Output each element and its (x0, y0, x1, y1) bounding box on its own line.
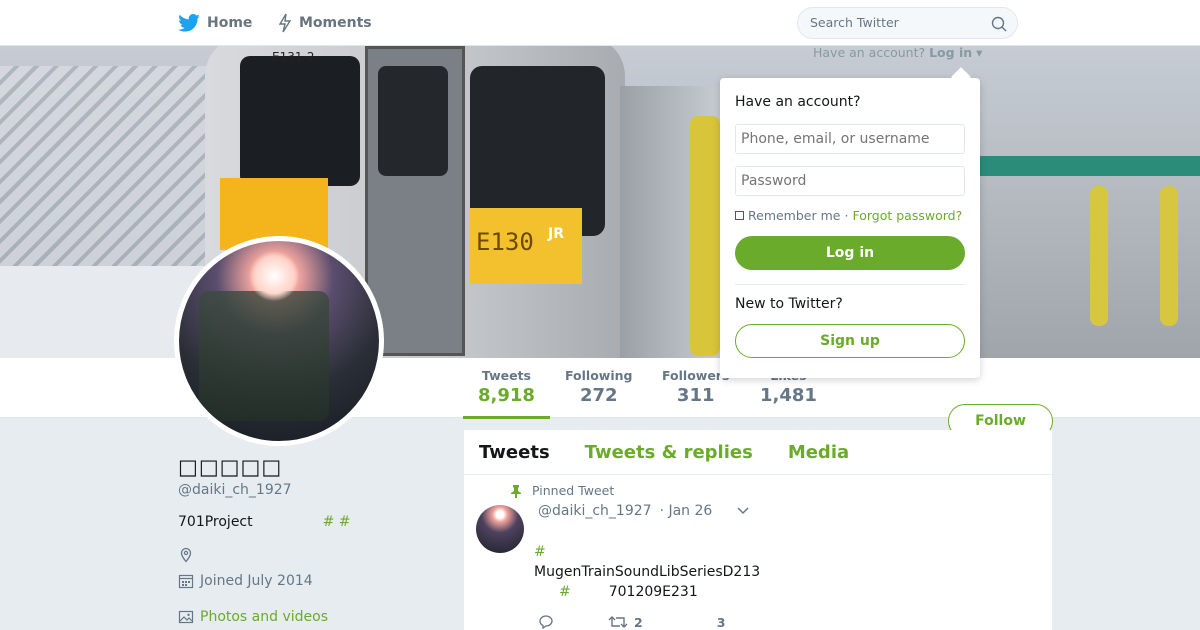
tweet-handle[interactable]: @daiki_ch_1927 (538, 503, 652, 519)
top-navigation-bar: Home Moments Search Twitter (0, 0, 1200, 46)
tab-tweets-replies[interactable]: Tweets & replies (570, 442, 768, 463)
banner-stairs (0, 66, 210, 266)
tweet-avatar[interactable] (476, 505, 524, 553)
nav-moments[interactable]: Moments (278, 0, 372, 46)
profile-location (178, 547, 194, 563)
remember-separator: · (844, 208, 849, 223)
retweet-count: 2 (634, 614, 643, 630)
banner-number-plate: E130 (470, 208, 582, 284)
banner-yellow-door (690, 116, 720, 356)
pinned-tweet[interactable]: Pinned Tweet @daiki_ch_1927 · Jan 26 # M… (464, 476, 1052, 630)
tweet-line-2: MugenTrainSoundLibSeriesD213 (534, 564, 761, 580)
tweet-line-3: #701209E231 (559, 584, 698, 600)
profile-name[interactable]: □□□□□ (178, 455, 282, 479)
banner-right-train (980, 116, 1200, 358)
like-count: 3 (716, 614, 726, 630)
tab-tweets[interactable]: Tweets (464, 442, 565, 463)
location-pin-icon (180, 547, 192, 563)
photos-videos-label: Photos and videos (200, 609, 329, 625)
password-input[interactable] (735, 166, 965, 196)
tweet-text: # MugenTrainSoundLibSeriesD213 #701209E2… (534, 542, 760, 602)
tweet-date[interactable]: · Jan 26 (660, 503, 713, 519)
remember-me-checkbox[interactable] (735, 211, 744, 220)
tweet-actions: 2 3 (538, 614, 725, 630)
login-dropdown: Have an account? Remember me · Forgot pa… (720, 78, 980, 378)
login-button[interactable]: Log in (735, 236, 965, 270)
profile-bio: 701Project # # (178, 514, 351, 530)
search-placeholder: Search Twitter (810, 15, 899, 30)
tab-media[interactable]: Media (773, 442, 864, 463)
remember-me-label[interactable]: Remember me (748, 208, 840, 223)
nav-home-label: Home (207, 15, 253, 31)
bio-hashtags[interactable]: # # (323, 514, 351, 530)
dropdown-divider (735, 284, 965, 285)
stat-following[interactable]: Following 272 (565, 368, 632, 406)
pinned-label: Pinned Tweet (510, 483, 614, 498)
timeline: Tweets Tweets & replies Media Pinned Twe… (464, 430, 1052, 630)
heart-icon[interactable] (689, 614, 705, 630)
signup-button[interactable]: Sign up (735, 324, 965, 358)
calendar-icon (178, 574, 194, 589)
profile-handle[interactable]: @daiki_ch_1927 (178, 482, 292, 498)
forgot-password-link[interactable]: Forgot password? (852, 208, 962, 223)
banner-train-window (240, 56, 360, 186)
photos-videos-link[interactable]: Photos and videos (178, 609, 328, 625)
banner-jr-logo: JR (548, 226, 564, 242)
new-to-twitter-label: New to Twitter? (735, 296, 843, 312)
tweet-header: @daiki_ch_1927 · Jan 26 (538, 503, 750, 519)
chevron-down-icon[interactable] (736, 506, 750, 516)
banner-door-window (378, 66, 448, 176)
image-icon (178, 610, 194, 624)
timeline-tabs: Tweets Tweets & replies Media (464, 430, 1052, 475)
lightning-icon (278, 13, 292, 33)
profile-joined: Joined July 2014 (178, 573, 313, 589)
login-dropdown-title: Have an account? (735, 94, 861, 110)
nav-home[interactable]: Home (178, 0, 252, 46)
search-icon[interactable] (991, 16, 1007, 32)
reply-icon[interactable] (538, 614, 554, 630)
tweet-hashtag-1[interactable]: # (534, 542, 760, 562)
bio-text: 701Project (178, 514, 253, 530)
search-input[interactable]: Search Twitter (797, 7, 1018, 39)
pin-icon (511, 484, 521, 498)
remember-me-row: Remember me · Forgot password? (735, 208, 962, 223)
twitter-bird-icon (178, 14, 200, 32)
profile-avatar[interactable] (174, 236, 384, 446)
have-account-login-toggle[interactable]: Have an account? Log in ▾ (813, 45, 982, 60)
joined-date: Joined July 2014 (200, 573, 313, 589)
banner-car-number: E131-2 (272, 50, 315, 64)
nav-moments-label: Moments (299, 15, 372, 31)
username-input[interactable] (735, 124, 965, 154)
stat-tweets[interactable]: Tweets 8,918 (463, 368, 550, 419)
retweet-icon[interactable] (608, 614, 628, 630)
